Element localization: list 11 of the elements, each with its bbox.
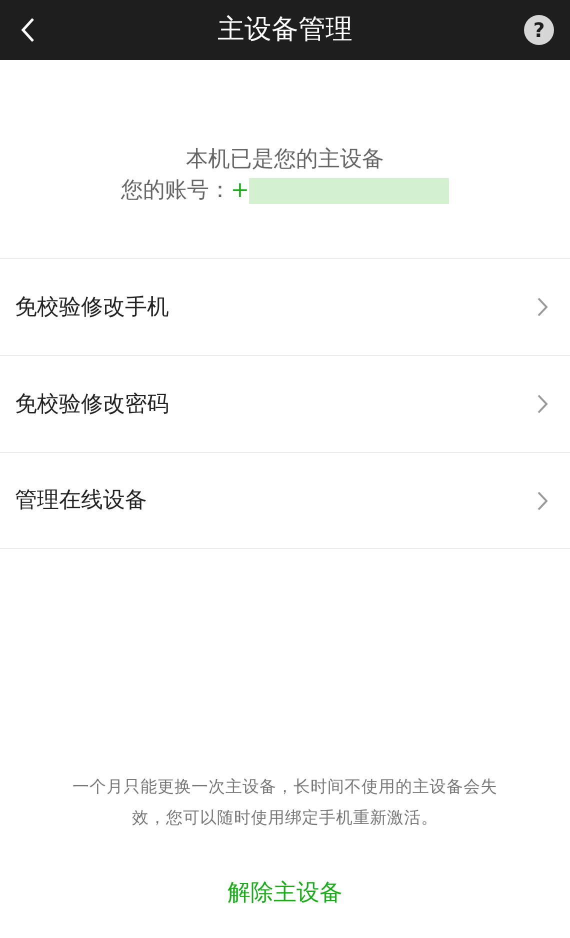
account-number: + (230, 177, 250, 205)
notice-text: 一个月只能更换一次主设备，长时间不使用的主设备会失效，您可以随时使用绑定手机重新激活。 (72, 776, 498, 829)
chevron-icon (537, 297, 548, 317)
account-label: 您的账号： (120, 177, 231, 205)
menu-item[interactable]: 管理在线设备 (0, 452, 570, 549)
help-button[interactable]: ? (524, 15, 554, 45)
page-title: 主设备管理 (218, 12, 352, 47)
chevron-icon (537, 394, 548, 414)
back-icon (21, 17, 35, 43)
status-message: 本机已是您的主设备 (185, 146, 385, 174)
chevron-icon (537, 490, 548, 510)
